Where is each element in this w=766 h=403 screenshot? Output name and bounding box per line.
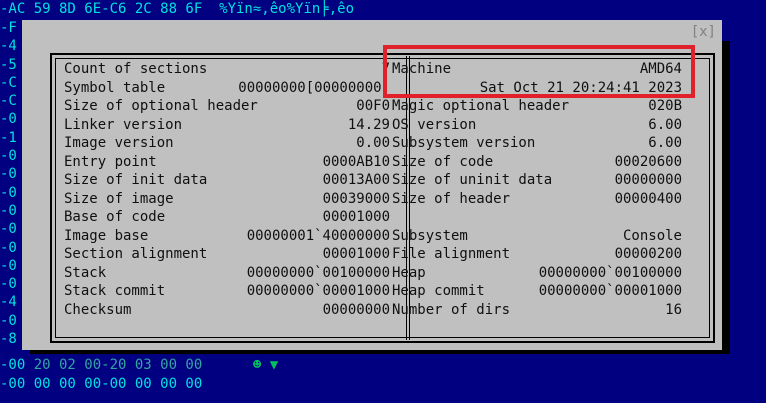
right-row: Number of dirs 16 bbox=[392, 301, 682, 320]
hex-header-row: -AC 59 8D 6E-C6 2C 88 6F %Yïn≈,êo%Yïn╞,ê… bbox=[0, 1, 355, 17]
right-row: Subsystem Console bbox=[392, 227, 682, 246]
left-column: Count of sections 7 Symbol table 00000000[0… bbox=[64, 60, 390, 319]
machine-highlight-box bbox=[383, 45, 695, 98]
field-label: Section alignment bbox=[64, 246, 208, 262]
field-value: 6.00 bbox=[648, 116, 682, 133]
right-row: Heap commit 00000000`00001000 bbox=[392, 282, 682, 301]
hex-bottom-row-1: -00 20 02 00-20 03 00 00 ☻ ▼ bbox=[0, 357, 278, 373]
field-label: Image base bbox=[64, 227, 149, 244]
right-row: Size of header 00000400 bbox=[392, 190, 682, 209]
field-label: Heap bbox=[392, 264, 426, 281]
right-column: Machine AMD64 Sat Oct 21 20:24:41 2023 Magi… bbox=[392, 60, 682, 319]
hex-offset: -00 bbox=[0, 357, 34, 373]
field-value: 14.29 bbox=[347, 116, 390, 133]
field-value: 00000200 bbox=[614, 246, 682, 262]
field-label: Linker version bbox=[64, 116, 183, 133]
field-value: 00000400 bbox=[614, 190, 682, 207]
field-label: Number of dirs bbox=[392, 301, 511, 318]
field-label: Magic optional header bbox=[392, 98, 570, 114]
left-row: Checksum 00000000 bbox=[64, 301, 390, 320]
field-value: 00000001`40000000 bbox=[246, 227, 390, 244]
left-row: Stack commit 00000000`00001000 bbox=[64, 282, 390, 301]
field-value: 00000000 bbox=[322, 301, 390, 318]
field-value: 00000000[00000000] bbox=[238, 79, 390, 96]
right-row: OS version 6.00 bbox=[392, 116, 682, 135]
field-value: 00000000`00100000 bbox=[246, 264, 390, 281]
hex-bytes: 20 02 00-20 03 00 00 bbox=[33, 357, 203, 373]
left-row: Base of code 00001000 bbox=[64, 208, 390, 227]
field-label: Base of code bbox=[64, 209, 166, 225]
field-label: Stack bbox=[64, 264, 107, 281]
field-value: 00000000`00001000 bbox=[246, 283, 390, 299]
field-value: 00020600 bbox=[614, 153, 682, 170]
left-row: Linker version 14.29 bbox=[64, 116, 390, 135]
left-row: Count of sections 7 bbox=[64, 60, 390, 79]
left-row: Image base 00000001`40000000 bbox=[64, 227, 390, 246]
field-value: 00000000 bbox=[614, 172, 682, 188]
field-value: 00000000`00001000 bbox=[538, 283, 682, 299]
field-value: 00F0 bbox=[356, 98, 390, 114]
left-row: Symbol table 00000000[00000000] bbox=[64, 79, 390, 98]
field-label: Size of uninit data bbox=[392, 172, 553, 188]
field-label: Size of image bbox=[64, 190, 174, 207]
right-row: Heap 00000000`00100000 bbox=[392, 264, 682, 283]
field-label: Size of header bbox=[392, 190, 511, 207]
field-value: 00013A00 bbox=[322, 172, 390, 188]
field-label: Subsystem bbox=[392, 227, 468, 244]
close-button[interactable]: [x] bbox=[691, 24, 716, 40]
field-label: File alignment bbox=[392, 246, 511, 262]
right-row: File alignment 00000200 bbox=[392, 245, 682, 264]
right-row: Size of code 00020600 bbox=[392, 153, 682, 172]
field-value: 0000AB10 bbox=[322, 153, 390, 170]
left-row: Image version 0.00 bbox=[64, 134, 390, 153]
field-value: 00039000 bbox=[322, 190, 390, 207]
field-value: 020B bbox=[648, 98, 682, 114]
field-label: Size of code bbox=[392, 153, 494, 170]
right-row: Subsystem version 6.00 bbox=[392, 134, 682, 153]
field-value: 00001000 bbox=[322, 209, 390, 225]
hex-glyphs: ☻ ▼ bbox=[252, 357, 279, 373]
field-label: Image version bbox=[64, 135, 174, 151]
right-row: Magic optional header 020B bbox=[392, 97, 682, 116]
field-value: 16 bbox=[665, 301, 682, 318]
field-value: 00000000`00100000 bbox=[538, 264, 682, 281]
left-row: Entry point 0000AB10 bbox=[64, 153, 390, 172]
left-row: Stack 00000000`00100000 bbox=[64, 264, 390, 283]
field-label: OS version bbox=[392, 116, 477, 133]
field-label: Symbol table bbox=[64, 79, 166, 96]
left-row: Size of init data 00013A00 bbox=[64, 171, 390, 190]
left-row: Size of image 00039000 bbox=[64, 190, 390, 209]
field-value: 6.00 bbox=[648, 135, 682, 151]
field-label: Entry point bbox=[64, 153, 157, 170]
field-label: Size of init data bbox=[64, 172, 208, 188]
left-row: Size of optional header 00F0 bbox=[64, 97, 390, 116]
field-label: Subsystem version bbox=[392, 135, 536, 151]
field-value: Console bbox=[622, 227, 682, 244]
field-label: Checksum bbox=[64, 301, 132, 318]
hex-bottom-row-2: -00 00 00 00-00 00 00 00 bbox=[0, 376, 203, 392]
field-label: Heap commit bbox=[392, 283, 485, 299]
field-label: Stack commit bbox=[64, 283, 166, 299]
right-row bbox=[392, 208, 682, 227]
field-label: Size of optional header bbox=[64, 98, 258, 114]
right-row: Size of uninit data 00000000 bbox=[392, 171, 682, 190]
field-value: 0.00 bbox=[356, 135, 390, 151]
left-row: Section alignment 00001000 bbox=[64, 245, 390, 264]
field-value: 00001000 bbox=[322, 246, 390, 262]
field-label: Count of sections bbox=[64, 61, 208, 77]
